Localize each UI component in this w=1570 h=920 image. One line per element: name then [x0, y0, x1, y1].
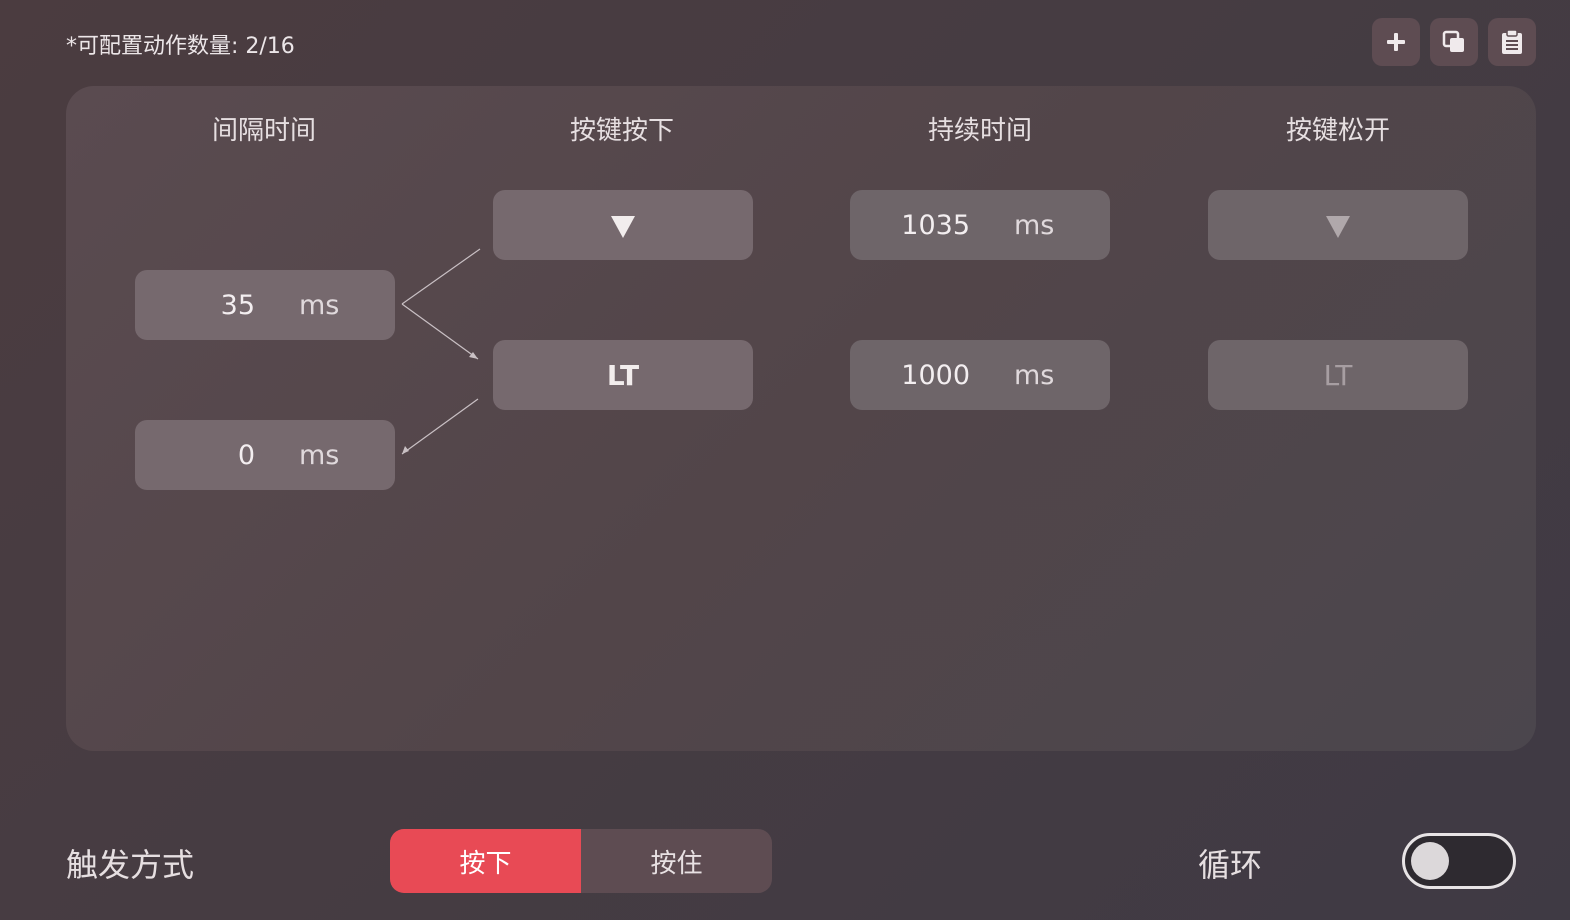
action-sequence-panel: 间隔时间 按键按下 持续时间 按键松开 35 ms 0 ms LT 1035 m… — [66, 86, 1536, 751]
trigger-mode-selector: 按下 按住 — [390, 829, 772, 893]
interval-unit-1: ms — [299, 289, 340, 321]
trigger-option-hold[interactable]: 按住 — [581, 829, 772, 893]
column-header-duration: 持续时间 — [927, 116, 1032, 146]
key-press-value-2: LT — [606, 358, 640, 392]
trigger-mode-label: 触发方式 — [66, 846, 195, 884]
copy-action-button[interactable] — [1430, 18, 1478, 66]
duration-value-1: 1035 — [901, 209, 970, 241]
top-toolbar — [1372, 18, 1536, 66]
plus-icon — [1387, 33, 1405, 51]
key-press-select-2[interactable]: LT — [493, 340, 753, 410]
triangle-down-icon — [611, 216, 635, 238]
sequence-connector-lines — [401, 248, 481, 455]
key-release-select-1[interactable] — [1208, 190, 1468, 260]
interval-input-2[interactable]: 0 ms — [135, 420, 395, 490]
duration-unit-2: ms — [1014, 359, 1055, 391]
trigger-option-press[interactable]: 按下 — [390, 829, 581, 893]
duration-input-1[interactable]: 1035 ms — [850, 190, 1110, 260]
duration-value-2: 1000 — [901, 359, 970, 391]
interval-value-1: 35 — [220, 289, 255, 321]
duration-input-2[interactable]: 1000 ms — [850, 340, 1110, 410]
key-release-value-2: LT — [1323, 358, 1353, 392]
add-action-button[interactable] — [1372, 18, 1420, 66]
paste-action-button[interactable] — [1488, 18, 1536, 66]
column-header-interval: 间隔时间 — [211, 116, 316, 146]
copy-icon — [1442, 30, 1464, 52]
loop-toggle[interactable] — [1402, 833, 1516, 889]
column-header-key-press: 按键按下 — [569, 116, 674, 146]
toggle-knob — [1411, 842, 1449, 880]
clipboard-icon — [1502, 29, 1522, 54]
loop-label: 循环 — [1198, 846, 1263, 884]
interval-value-2: 0 — [237, 439, 255, 471]
key-press-select-1[interactable] — [493, 190, 753, 260]
triangle-down-icon — [1326, 216, 1350, 238]
duration-unit-1: ms — [1014, 209, 1055, 241]
interval-unit-2: ms — [299, 439, 340, 471]
action-quota-label: *可配置动作数量: 2/16 — [66, 34, 295, 59]
key-release-select-2[interactable]: LT — [1208, 340, 1468, 410]
interval-input-1[interactable]: 35 ms — [135, 270, 395, 340]
column-header-key-release: 按键松开 — [1285, 116, 1390, 146]
